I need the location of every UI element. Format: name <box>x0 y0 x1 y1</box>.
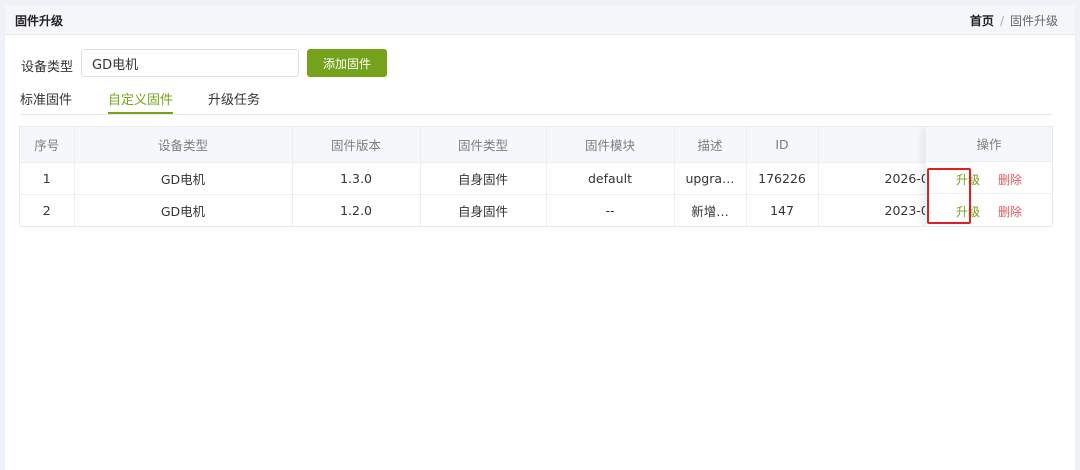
cell-id: 176226 <box>746 162 819 195</box>
firmware-tabs: 标准固件 自定义固件 升级任务 <box>20 89 1052 115</box>
breadcrumb-home-link[interactable]: 首页 <box>970 14 994 28</box>
device-type-input[interactable] <box>81 49 299 77</box>
upgrade-link[interactable]: 升级 <box>956 203 980 220</box>
actions-row: 升级 删除 <box>926 162 1052 194</box>
cell-version: 1.3.0 <box>292 162 421 195</box>
firmware-table: 序号 设备类型 固件版本 固件类型 固件模块 描述 ID 上传时间 1 GD电机… <box>19 126 1053 227</box>
cell-firmware-type: 自身固件 <box>420 194 547 226</box>
table-header-row: 序号 设备类型 固件版本 固件类型 固件模块 描述 ID 上传时间 <box>20 127 1052 163</box>
column-header-id: ID <box>746 127 819 163</box>
breadcrumb-separator: / <box>999 14 1004 28</box>
tab-custom-firmware[interactable]: 自定义固件 <box>108 89 174 114</box>
cell-device-type: GD电机 <box>74 194 293 226</box>
column-header-index: 序号 <box>20 127 75 163</box>
actions-row: 升级 删除 <box>926 194 1052 226</box>
column-header-module: 固件模块 <box>546 127 675 163</box>
column-header-actions: 操作 <box>926 127 1052 162</box>
column-header-version: 固件版本 <box>292 127 421 163</box>
cell-module: -- <box>546 194 675 226</box>
tab-standard-firmware[interactable]: 标准固件 <box>20 89 72 114</box>
device-type-label: 设备类型 <box>21 60 74 75</box>
cell-device-type: GD电机 <box>74 162 293 195</box>
breadcrumb-current: 固件升级 <box>1009 14 1058 28</box>
cell-index: 1 <box>20 162 75 195</box>
delete-link[interactable]: 删除 <box>998 171 1022 188</box>
tab-upgrade-tasks[interactable]: 升级任务 <box>208 89 260 114</box>
delete-link[interactable]: 删除 <box>998 203 1022 220</box>
table-row: 2 GD电机 1.2.0 自身固件 -- 新增… 147 2023-05-17 … <box>20 194 1052 226</box>
fixed-actions-column: 操作 升级 删除 升级 删除 <box>925 127 1052 226</box>
cell-description: 新增… <box>674 194 747 226</box>
cell-description: upgra… <box>674 162 747 195</box>
page-header: 固件升级 首页 / 固件升级 <box>5 5 1075 35</box>
breadcrumb: 首页 / 固件升级 <box>970 12 1058 29</box>
column-header-firmware-type: 固件类型 <box>420 127 547 163</box>
cell-id: 147 <box>746 194 819 226</box>
cell-module: default <box>546 162 675 195</box>
column-header-description: 描述 <box>674 127 747 163</box>
cell-version: 1.2.0 <box>292 194 421 226</box>
column-header-device-type: 设备类型 <box>74 127 293 163</box>
upgrade-link[interactable]: 升级 <box>956 171 980 188</box>
add-firmware-button[interactable]: 添加固件 <box>307 49 387 77</box>
cell-firmware-type: 自身固件 <box>420 162 547 195</box>
page-title: 固件升级 <box>15 14 64 28</box>
table-row: 1 GD电机 1.3.0 自身固件 default upgra… 176226 … <box>20 162 1052 195</box>
cell-index: 2 <box>20 194 75 226</box>
